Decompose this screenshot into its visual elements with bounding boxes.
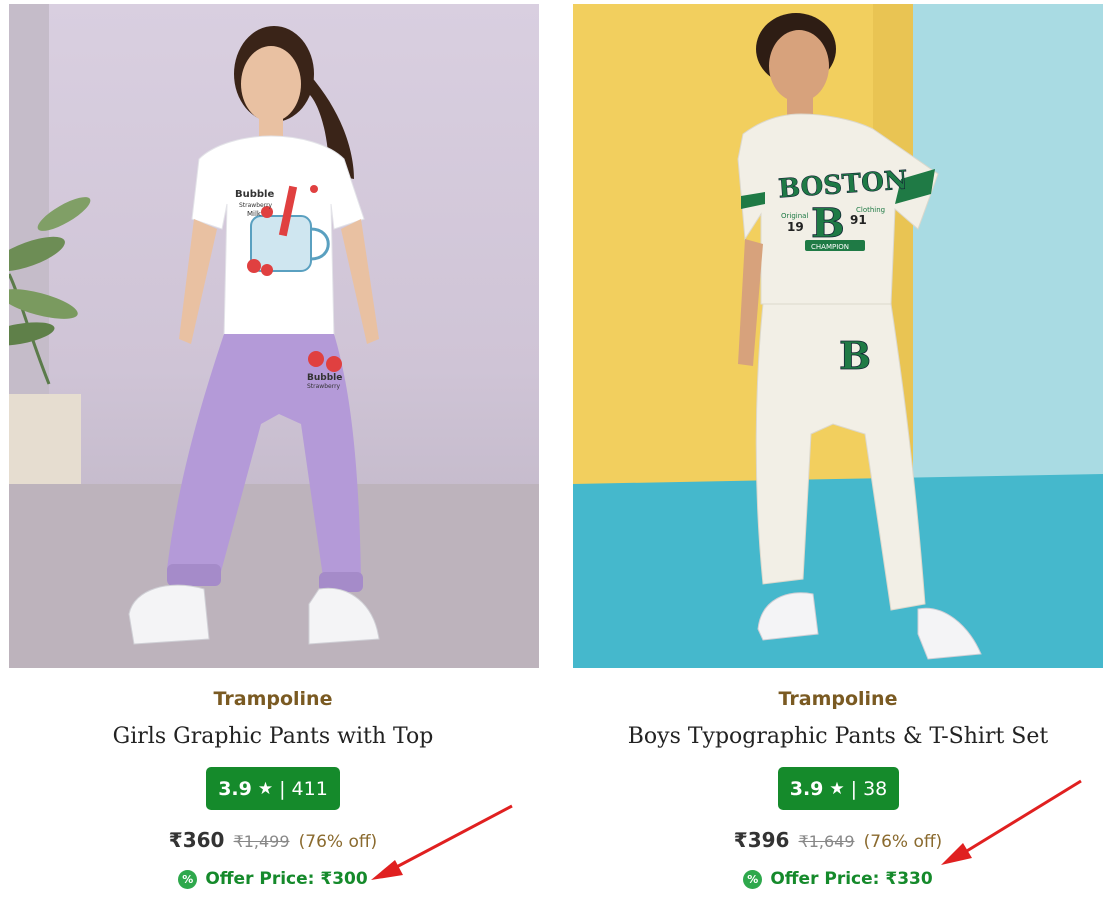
- rating-separator: |: [279, 777, 286, 800]
- tee-print-letter: B: [811, 200, 845, 247]
- product-image-2[interactable]: BOSTON B Original Clothing 19 91 CHAMPIO…: [573, 4, 1103, 668]
- discount-label: (76% off): [298, 832, 378, 852]
- rating-value: 3.9: [789, 777, 824, 800]
- star-icon: ★: [257, 778, 274, 799]
- rating-value: 3.9: [218, 777, 252, 800]
- tee-print-text-2: Strawberry: [239, 202, 273, 209]
- tee-print-text-3: Milk: [247, 210, 262, 218]
- tee-print-num-right: 91: [850, 213, 867, 227]
- percent-badge-icon: %: [178, 869, 198, 889]
- selling-price: ₹396: [733, 828, 790, 852]
- tee-print-band: CHAMPION: [811, 243, 849, 251]
- review-count: 38: [863, 777, 888, 800]
- product-card-1[interactable]: Bubble Strawberry Milk Bubble Strawberry…: [0, 0, 540, 907]
- product-title[interactable]: Boys Typographic Pants & T-Shirt Set: [568, 724, 1108, 749]
- product-brand[interactable]: Trampoline: [568, 688, 1108, 710]
- tee-print-text-1: Bubble: [235, 189, 274, 200]
- product-image-1[interactable]: Bubble Strawberry Milk Bubble Strawberry: [9, 4, 539, 668]
- offer-price-row: % Offer Price: ₹330: [568, 869, 1108, 889]
- tee-print-left: Original: [781, 212, 808, 220]
- discount-label: (76% off): [863, 832, 943, 852]
- offer-price-label: Offer Price: ₹330: [770, 869, 933, 889]
- percent-badge-icon: %: [743, 869, 763, 889]
- product-card-2[interactable]: BOSTON B Original Clothing 19 91 CHAMPIO…: [566, 0, 1106, 907]
- rating-separator: |: [850, 777, 858, 800]
- pants-print-letter: B: [839, 333, 871, 378]
- price-row: ₹360 ₹1,499 (76% off): [3, 828, 543, 852]
- selling-price: ₹360: [168, 828, 225, 852]
- offer-price-row: % Offer Price: ₹300: [3, 869, 543, 889]
- product-title[interactable]: Girls Graphic Pants with Top: [3, 724, 543, 749]
- tee-print-num-left: 19: [787, 220, 804, 234]
- review-count: 411: [291, 777, 328, 800]
- mrp-price: ₹1,499: [233, 832, 290, 851]
- price-row: ₹396 ₹1,649 (76% off): [568, 828, 1108, 852]
- mrp-price: ₹1,649: [798, 832, 855, 851]
- rating-badge[interactable]: 3.9 ★ | 411: [206, 767, 340, 810]
- offer-price-label: Offer Price: ₹300: [205, 869, 368, 889]
- pants-print-text-1: Bubble: [307, 373, 342, 383]
- star-icon: ★: [829, 778, 845, 799]
- rating-badge[interactable]: 3.9 ★ | 38: [778, 767, 899, 810]
- product-brand[interactable]: Trampoline: [3, 688, 543, 710]
- pants-print-text-2: Strawberry: [307, 383, 341, 390]
